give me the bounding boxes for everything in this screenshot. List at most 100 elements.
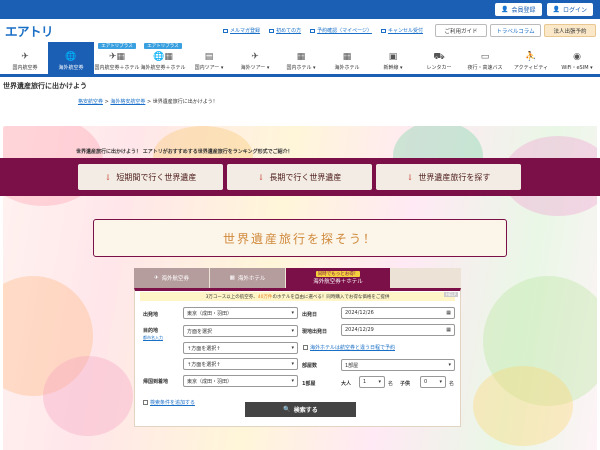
dest-value: ↑方面を選択↑ xyxy=(187,361,221,368)
nav-overseas-air-hotel[interactable]: エアトリプラス 🌐▦ 海外航空券＋ホテル xyxy=(140,42,186,74)
plus-badge: エアトリプラス xyxy=(98,43,136,49)
business-button[interactable]: 法人出張予約 xyxy=(544,24,596,37)
anchor-short-button[interactable]: ↓ 短期間で行く世界遺産 xyxy=(78,164,223,190)
city-input-link[interactable]: 都市名入力 xyxy=(143,335,163,341)
hero-caption: 世界遺産旅行に出かけよう！ エアトリがおすすめする世界遺産旅行をランキング形式で… xyxy=(76,149,293,155)
nav-label: 海外ホテル xyxy=(334,65,360,71)
search-button[interactable]: 🔍 検索する xyxy=(245,402,356,417)
nav-label: 国内ツアー ▾ xyxy=(194,65,224,71)
adult-select[interactable]: 1 ▾ xyxy=(359,376,385,388)
nav-label: 海外ツアー ▾ xyxy=(240,65,270,71)
nav-overseas-hotel[interactable]: ▦ 海外ホテル xyxy=(324,42,370,74)
chevron-down-icon: ▾ xyxy=(439,379,442,385)
hotel-out-label: 現地出発日 xyxy=(302,329,328,335)
logo[interactable]: エアトリ xyxy=(5,21,54,40)
tour-icon: ▤ xyxy=(204,52,214,62)
nav-domestic-air-hotel[interactable]: エアトリプラス ✈▦ 国内航空券＋ホテル xyxy=(94,42,140,74)
anchor-label: 長期で行く世界遺産 xyxy=(269,172,342,182)
header: エアトリ メルマガ登録 初めての方 予約確認（マイページ） キャンセル受付 ご利… xyxy=(0,19,600,42)
tab-label: 海外ホテル xyxy=(237,276,266,282)
user-icon: 👤 xyxy=(552,6,560,13)
nav-domestic-air[interactable]: ✈ 国内航空券 xyxy=(2,42,48,74)
rooms-label: 部屋数 xyxy=(302,363,318,369)
car-icon: ⛟ xyxy=(433,52,445,62)
mail-icon xyxy=(223,28,229,33)
nav-label: WiFi・eSIM ▾ xyxy=(561,65,593,71)
header-link-newsletter[interactable]: メルマガ登録 xyxy=(223,27,260,34)
nav-activity[interactable]: ⛹ アクティビティ xyxy=(508,42,554,74)
dest-select-2[interactable]: ↑方面を選択↑ ▾ xyxy=(183,342,298,354)
chevron-down-icon: ▾ xyxy=(291,378,294,384)
plane-icon: ✈ xyxy=(21,52,29,62)
travel-column-button[interactable]: トラベルコラム xyxy=(490,24,541,37)
tab-overseas-hotel[interactable]: ▦ 海外ホテル xyxy=(210,268,285,288)
note-text: のホテルを自由に選べる！同時購入でお得な価格をご提供 xyxy=(272,294,390,300)
help-badge[interactable]: HELP xyxy=(443,292,458,297)
add-condition-link[interactable]: 検索条件を追加する xyxy=(143,399,195,406)
breadcrumb-link-overseas[interactable]: 海外格安航空券 xyxy=(110,99,145,105)
header-link-mypage[interactable]: 予約確認（マイページ） xyxy=(310,27,372,34)
nav-domestic-hotel[interactable]: ▦ 国内ホテル ▾ xyxy=(278,42,324,74)
dest-select-1[interactable]: 方面を選択 ▾ xyxy=(183,325,298,337)
globe-hotel-icon: 🌐▦ xyxy=(153,52,173,62)
nav-wifi[interactable]: ◉ WiFi・eSIM ▾ xyxy=(554,42,600,74)
page-title: 世界遺産旅行に出かけよう xyxy=(3,82,87,90)
dest-select-3[interactable]: ↑方面を選択↑ ▾ xyxy=(183,358,298,370)
return-value: 東京（成田・羽田） xyxy=(187,378,233,385)
tab-label: 海外航空券 xyxy=(161,276,190,282)
diff-dates-checkbox[interactable]: 海外ホテルは航空券と違う日程で予約 xyxy=(303,344,395,351)
dest-label: 目的地 xyxy=(143,328,159,334)
header-link-beginner[interactable]: 初めての方 xyxy=(269,27,301,34)
info-icon xyxy=(269,28,275,33)
nav-label: 国内航空券＋ホテル xyxy=(94,65,140,71)
tab-overseas-air[interactable]: ✈ 海外航空券 xyxy=(134,268,209,288)
tab-overseas-air-hotel[interactable]: 同時でもっとお得！ 海外航空券＋ホテル xyxy=(286,268,390,288)
nav-label: レンタカー xyxy=(426,65,452,71)
hotel-icon: ▦ xyxy=(342,52,352,62)
nav-rentacar[interactable]: ⛟ レンタカー xyxy=(416,42,462,74)
nav-bus[interactable]: ▭ 夜行・高速バス xyxy=(462,42,508,74)
register-button[interactable]: 👤 会員登録 xyxy=(495,3,542,16)
chevron-down-icon: ▾ xyxy=(291,310,294,316)
nav-label: 夜行・高速バス xyxy=(467,65,503,71)
child-select[interactable]: 0 ▾ xyxy=(420,376,446,388)
depart-date-input[interactable]: 2024/12/26 ▦ xyxy=(341,307,455,319)
hotel-icon: ▦ xyxy=(296,52,306,62)
nav-overseas-tour[interactable]: ✈ 海外ツアー ▾ xyxy=(232,42,278,74)
guide-button[interactable]: ご利用ガイド xyxy=(435,24,487,37)
nav-label: 国内ホテル ▾ xyxy=(286,65,316,71)
header-link-label: 予約確認（マイページ） xyxy=(317,28,372,34)
adult-value: 1 xyxy=(363,379,367,385)
child-unit: 名 xyxy=(449,381,455,387)
top-bar: 👤 会員登録 👤 ログイン xyxy=(0,0,600,19)
plus-square-icon xyxy=(143,400,148,405)
tab-label: 海外航空券＋ホテル xyxy=(313,279,363,285)
login-button[interactable]: 👤 ログイン xyxy=(546,3,593,16)
add-condition-label: 検索条件を追加する xyxy=(150,400,196,406)
dest-value: ↑方面を選択↑ xyxy=(187,345,221,352)
arrow-down-icon: ↓ xyxy=(406,172,414,182)
header-link-label: メルマガ登録 xyxy=(230,28,261,34)
anchor-long-button[interactable]: ↓ 長期で行く世界遺産 xyxy=(227,164,372,190)
hero-decoration xyxy=(473,366,573,446)
rooms-value: 1部屋 xyxy=(345,362,359,369)
calendar-icon: ▦ xyxy=(446,310,451,316)
nav-shinkansen[interactable]: ▣ 新幹線 ▾ xyxy=(370,42,416,74)
adult-label: 大人 xyxy=(341,381,352,387)
search-form: 3万コース以上の航空券、 40万件 のホテルを自由に選べる！同時購入でお得な価格をご… xyxy=(134,288,461,427)
anchor-search-button[interactable]: ↓ 世界遺産旅行を探す xyxy=(376,164,521,190)
from-select[interactable]: 東京（成田・羽田） ▾ xyxy=(183,307,298,319)
return-select[interactable]: 東京（成田・羽田） ▾ xyxy=(183,375,298,387)
arrow-down-icon: ↓ xyxy=(104,172,112,182)
plane-hotel-icon: ✈▦ xyxy=(108,52,126,62)
breadcrumb-link-air[interactable]: 格安航空券 xyxy=(78,99,103,105)
header-link-cancel[interactable]: キャンセル受付 xyxy=(380,27,423,34)
hotel-out-date-input[interactable]: 2024/12/29 ▦ xyxy=(341,324,455,336)
promo-note: 3万コース以上の航空券、 40万件 のホテルを自由に選べる！同時購入でお得な価格をご… xyxy=(140,292,455,301)
user-plus-icon: 👤 xyxy=(501,6,509,13)
rooms-select[interactable]: 1部屋 ▾ xyxy=(341,359,455,371)
nav-overseas-air[interactable]: 🌐 海外航空券 xyxy=(48,42,94,74)
anchor-label: 世界遺産旅行を探す xyxy=(418,172,491,182)
nav-domestic-tour[interactable]: ▤ 国内ツアー ▾ xyxy=(186,42,232,74)
note-text: 3万コース以上の航空券、 xyxy=(205,294,258,300)
